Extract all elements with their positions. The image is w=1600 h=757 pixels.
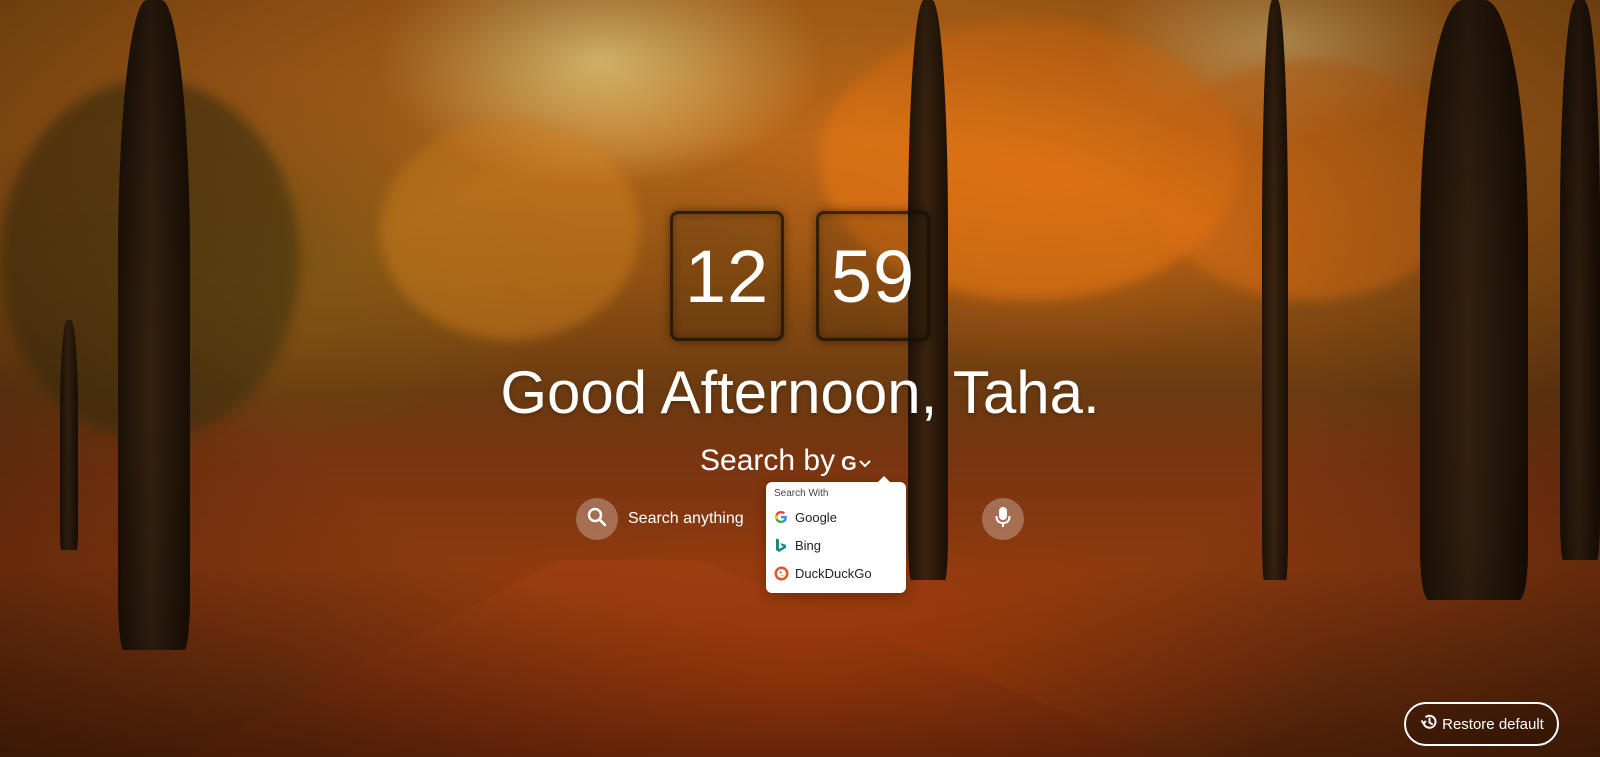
selected-engine-icon: G [841,452,857,475]
search-icon [587,507,607,531]
restore-default-label: Restore default [1442,715,1544,733]
google-icon [773,509,789,525]
greeting: Good Afternoon, Taha. [500,359,1100,426]
new-tab-page: 12 59 Good Afternoon, Taha. Search by G [0,0,1600,757]
search-button[interactable] [576,498,618,540]
search-by-label: Search by [700,444,836,477]
menu-item-duckduckgo[interactable]: DuckDuckGo [766,559,906,587]
menu-item-google[interactable]: Google [766,503,906,531]
voice-search-button[interactable] [982,498,1024,540]
microphone-icon [995,506,1011,532]
menu-item-label: DuckDuckGo [795,565,872,581]
search-engine-menu: Search With Google Bing DuckDuckGo [766,476,906,593]
clock: 12 59 [0,211,1600,341]
menu-item-label: Bing [795,537,822,553]
menu-item-bing[interactable]: Bing [766,531,906,559]
restore-default-button[interactable]: Restore default [1404,702,1559,746]
history-icon [1419,712,1442,736]
menu-heading: Search With [774,488,829,499]
menu-item-label: Google [795,509,837,525]
clock-hours: 12 [670,211,784,341]
bing-icon [773,537,789,553]
chevron-down-icon[interactable] [858,456,872,474]
clock-minutes: 59 [816,211,930,341]
duckduckgo-icon [773,565,789,581]
search-engine-selector[interactable]: Search by G [700,444,872,478]
